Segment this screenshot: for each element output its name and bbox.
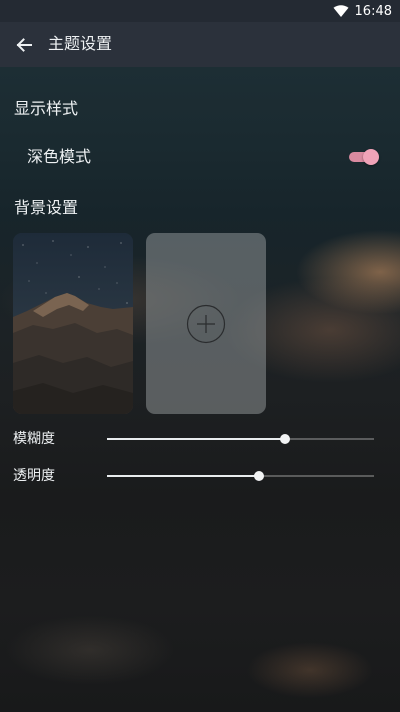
- opacity-slider[interactable]: [107, 471, 374, 481]
- back-button[interactable]: [12, 33, 36, 57]
- section-title-background: 背景设置: [14, 198, 79, 217]
- blur-slider-fill: [107, 438, 285, 440]
- background-thumbnail-mountain[interactable]: [13, 233, 133, 414]
- status-bar: 16:48: [0, 0, 400, 22]
- mountain-image: [13, 233, 133, 414]
- blur-slider-row: 模糊度: [0, 427, 400, 451]
- arrow-back-icon: [16, 38, 32, 52]
- status-icons: 16:48: [333, 2, 392, 20]
- plus-circle-icon: [186, 304, 226, 343]
- blur-slider-thumb[interactable]: [279, 434, 290, 444]
- toggle-thumb: [363, 149, 379, 165]
- wifi-icon: [333, 5, 349, 17]
- opacity-slider-fill: [107, 475, 260, 477]
- dark-mode-row[interactable]: 深色模式: [0, 140, 400, 174]
- dark-mode-toggle[interactable]: [349, 149, 379, 165]
- app-bar: 主题设置: [0, 22, 400, 67]
- opacity-slider-thumb[interactable]: [254, 471, 265, 481]
- page-title: 主题设置: [48, 34, 113, 53]
- opacity-slider-row: 透明度: [0, 464, 400, 488]
- add-background-button[interactable]: [146, 233, 266, 414]
- section-title-display: 显示样式: [14, 99, 79, 118]
- blur-label: 模糊度: [13, 431, 55, 447]
- dark-mode-label: 深色模式: [27, 147, 92, 166]
- opacity-label: 透明度: [13, 468, 55, 484]
- blur-slider[interactable]: [107, 434, 374, 444]
- status-time: 16:48: [354, 3, 392, 19]
